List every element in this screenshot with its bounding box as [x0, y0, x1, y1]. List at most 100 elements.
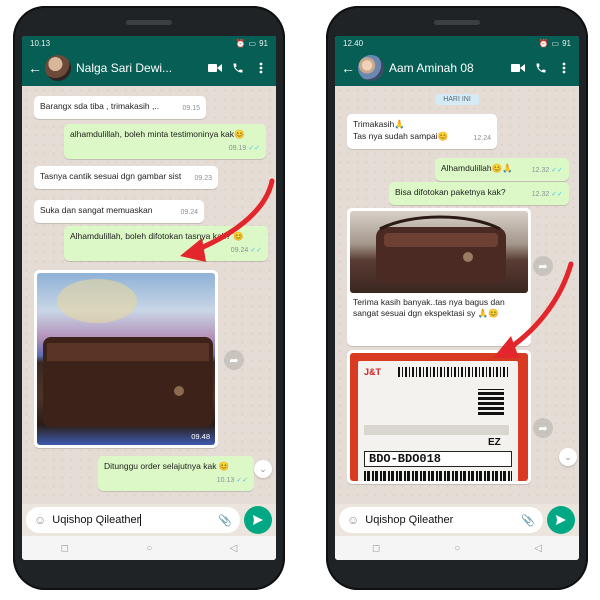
avatar[interactable] [358, 55, 384, 81]
send-icon [253, 515, 263, 525]
message-time: 12.32 ✓✓ [532, 189, 563, 201]
send-icon [556, 515, 566, 525]
attach-icon[interactable]: 📎 [521, 514, 535, 527]
message-time: 09.24 [180, 209, 198, 216]
right-phone: 12.40 ⏰ ▭ 91 ← Aam Aminah 08 HARI INI Tr… [326, 6, 588, 590]
message-text: Trimakasih🙏 [353, 119, 405, 129]
video-call-icon[interactable] [509, 63, 527, 73]
emoji-icon[interactable]: ☺ [34, 513, 46, 527]
status-right: ⏰ ▭ 91 [539, 39, 571, 48]
attach-icon[interactable]: 📎 [218, 514, 232, 527]
forward-icon[interactable]: ➦ [224, 350, 244, 370]
message-input[interactable]: ☺ Uqishop Qileather 📎 [26, 507, 240, 533]
avatar[interactable] [45, 55, 71, 81]
back-arrow-icon[interactable]: ← [28, 60, 42, 76]
message-text: Tas nya sudah sampai😊 [353, 131, 449, 141]
time-text: 10.13 [216, 477, 235, 484]
label-code: BDO-BDO018 [364, 451, 512, 467]
message-outgoing[interactable]: alhamdulillah, boleh minta testimoninya … [64, 124, 266, 159]
video-call-icon[interactable] [206, 63, 224, 73]
status-bar: 12.40 ⏰ ▭ 91 [335, 36, 579, 50]
time-text: 12.32 [531, 167, 550, 174]
message-text: alhamdulillah, boleh minta testimoninya … [70, 129, 245, 139]
contact-name[interactable]: Aam Aminah 08 [389, 61, 504, 75]
status-bar: 10.13 ⏰ ▭ 91 [22, 36, 276, 50]
back-arrow-icon[interactable]: ← [341, 60, 355, 76]
barcode [398, 367, 508, 377]
message-incoming[interactable]: Trimakasih🙏 Tas nya sudah sampai😊 12.24 [347, 114, 497, 149]
input-bar: ☺ Uqishop Qileather 📎 [339, 506, 575, 534]
message-input-text[interactable]: Uqishop Qileather [365, 514, 515, 526]
image-time: 09.48 [191, 432, 210, 441]
recent-apps-icon[interactable]: ◻ [372, 543, 380, 554]
phone-icon[interactable] [532, 62, 550, 74]
qr-code [478, 389, 504, 415]
image-message[interactable]: J&T EZ BDO-BDO018 [347, 350, 531, 484]
message-time: 09.23 [194, 175, 212, 182]
date-chip: HARI INI [435, 94, 479, 105]
send-button[interactable] [547, 506, 575, 534]
back-nav-icon[interactable]: ◁ [534, 543, 542, 554]
chat-area[interactable]: HARI INI Trimakasih🙏 Tas nya sudah sampa… [335, 86, 579, 504]
android-nav-bar: ◻ ○ ◁ [335, 536, 579, 560]
alarm-icon: ⏰ [235, 38, 246, 48]
message-time: 12.32 ✓✓ [532, 165, 563, 177]
leather-bag-photo[interactable] [350, 211, 528, 293]
read-ticks-icon: ✓✓ [250, 247, 262, 254]
forward-icon[interactable]: ➦ [533, 418, 553, 438]
brown-leather-bag-photo[interactable]: 09.48 [37, 273, 215, 445]
battery-level: 91 [562, 38, 571, 48]
more-vert-icon[interactable] [555, 62, 573, 74]
read-ticks-icon: ✓✓ [248, 145, 260, 152]
shipping-label-photo[interactable]: J&T EZ BDO-BDO018 [350, 353, 528, 481]
home-icon[interactable]: ○ [454, 543, 460, 554]
speaker-grille [434, 20, 480, 25]
status-right: ⏰ ▭ 91 [236, 39, 268, 48]
back-nav-icon[interactable]: ◁ [230, 543, 238, 554]
scroll-down-icon[interactable]: ⌄ [254, 460, 272, 478]
emoji-icon[interactable]: ☺ [347, 513, 359, 527]
bag-illustration [376, 215, 506, 283]
message-outgoing[interactable]: Ditunggu order selajutnya kak 😊 10.13 ✓✓ [98, 456, 254, 491]
message-incoming[interactable]: Suka dan sangat memuaskan 09.24 [34, 200, 204, 223]
speaker-grille [126, 20, 172, 25]
message-outgoing[interactable]: Alhamdulillah, boleh difotokan tasnya ka… [64, 226, 268, 261]
message-time: 09.24 ✓✓ [231, 245, 262, 257]
input-value: Uqishop Qileather [52, 513, 141, 526]
message-incoming[interactable]: Barangx sda tiba , trimakasih ,.. 09.15 [34, 96, 206, 119]
message-text: Alhamdulillah, boleh difotokan tasnya ka… [70, 231, 244, 241]
more-vert-icon[interactable] [252, 62, 270, 74]
battery-level: 91 [259, 38, 268, 48]
message-time: 09.19 ✓✓ [229, 143, 260, 155]
scroll-down-icon[interactable]: ⌄ [559, 448, 577, 466]
time-text: 12.32 [531, 191, 550, 198]
android-nav-bar: ◻ ○ ◁ [22, 536, 276, 560]
recent-apps-icon[interactable]: ◻ [61, 543, 69, 554]
label-ez: EZ [488, 437, 501, 448]
message-input[interactable]: ☺ Uqishop Qileather 📎 [339, 507, 543, 533]
status-time: 10.13 [30, 38, 51, 48]
read-ticks-icon: ✓✓ [551, 191, 563, 198]
bag-illustration [43, 279, 213, 427]
image-message[interactable]: Terima kasih banyak..tas nya bagus dan s… [347, 208, 531, 346]
phone-icon[interactable] [229, 62, 247, 74]
send-button[interactable] [244, 506, 272, 534]
home-icon[interactable]: ○ [146, 543, 152, 554]
barcode [364, 471, 512, 481]
forward-icon[interactable]: ➦ [533, 256, 553, 276]
message-incoming[interactable]: Tasnya cantik sesuai dgn gambar sist 09.… [34, 166, 218, 189]
message-time: 10.13 ✓✓ [217, 475, 248, 487]
status-time: 12.40 [343, 38, 364, 48]
chat-area[interactable]: Barangx sda tiba , trimakasih ,.. 09.15 … [22, 86, 276, 504]
left-screen: 10.13 ⏰ ▭ 91 ← Nalga Sari Dewi... Barang… [22, 36, 276, 560]
time-text: 09.24 [230, 247, 249, 254]
chat-header: ← Nalga Sari Dewi... [22, 50, 276, 86]
message-outgoing[interactable]: Bisa difotokan paketnya kak? 12.32 ✓✓ [389, 182, 569, 205]
shipping-label: J&T EZ BDO-BDO018 [358, 361, 518, 481]
message-input-text[interactable]: Uqishop Qileather [52, 513, 212, 527]
message-outgoing[interactable]: Alhamdulillah😊🙏 12.32 ✓✓ [435, 158, 569, 181]
image-message[interactable]: 09.48 [34, 270, 218, 448]
battery-icon: ▭ [248, 38, 257, 48]
read-ticks-icon: ✓✓ [551, 167, 563, 174]
contact-name[interactable]: Nalga Sari Dewi... [76, 61, 201, 75]
